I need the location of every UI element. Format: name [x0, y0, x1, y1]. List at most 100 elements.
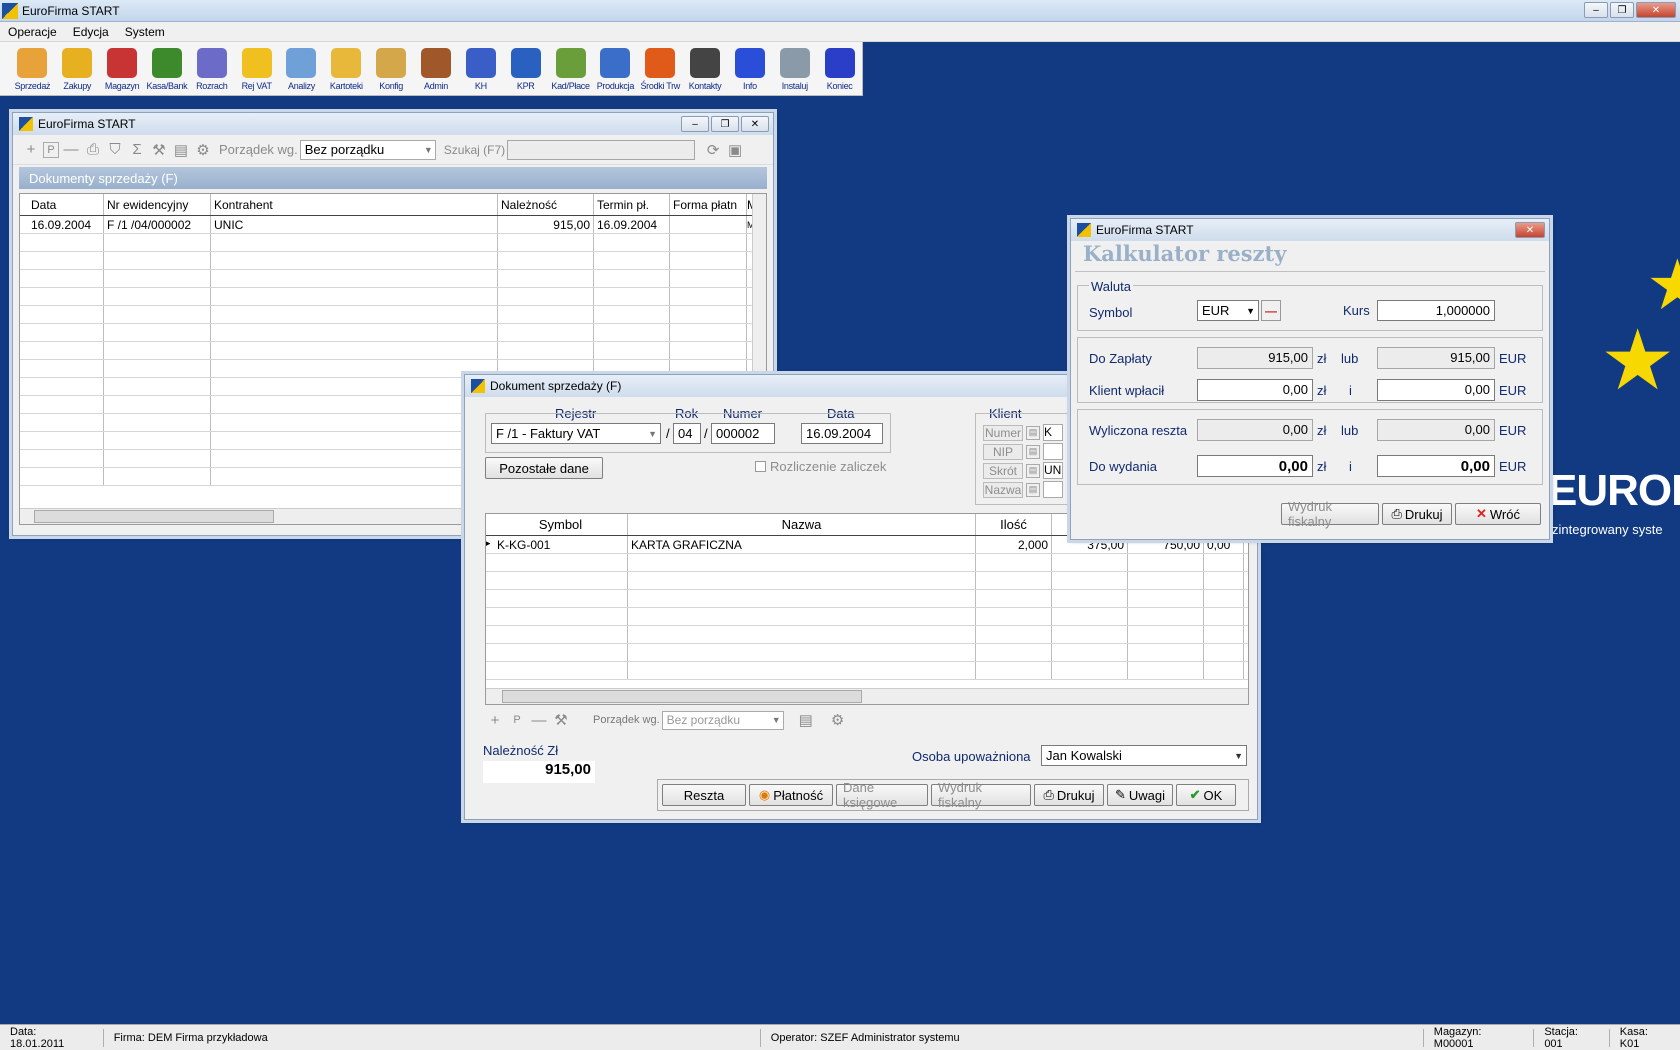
col-termin[interactable]: Termin pł.	[594, 194, 670, 215]
col-nr[interactable]: Nr ewidencyjny	[104, 194, 211, 215]
rejestr-select[interactable]: F /1 - Faktury VAT ▼	[491, 423, 661, 444]
maximize-icon[interactable]: ❐	[711, 116, 739, 132]
close-icon[interactable]: ✕	[1636, 2, 1676, 18]
col-symbol[interactable]: Symbol	[494, 514, 628, 535]
refresh-icon[interactable]: ⟳	[703, 140, 723, 160]
search-input[interactable]	[507, 139, 696, 160]
chevron-down-icon[interactable]: ▼	[424, 145, 433, 155]
date-input[interactable]: 16.09.2004	[801, 423, 883, 444]
uwagi-button[interactable]: ✎ Uwagi	[1107, 784, 1173, 806]
kurs-input[interactable]: 1,000000	[1377, 300, 1495, 321]
dane-ksiegowe-button[interactable]: Dane księgowe	[836, 780, 928, 810]
save-icon[interactable]: ▣	[725, 140, 745, 160]
toolbar-button[interactable]: Zakupy	[55, 43, 100, 95]
klient-field-value[interactable]: K	[1043, 424, 1063, 441]
menu-edycja[interactable]: Edycja	[65, 25, 117, 39]
toolbar-button[interactable]: Instaluj	[772, 43, 817, 95]
chevron-down-icon[interactable]: ▼	[772, 715, 781, 725]
toolbar-button[interactable]: Admin	[414, 43, 459, 95]
toolbar-button[interactable]: KPR	[503, 43, 548, 95]
maximize-icon[interactable]: ❐	[1610, 2, 1634, 18]
menu-system[interactable]: System	[117, 25, 173, 39]
toolbar-button[interactable]: Analizy	[279, 43, 324, 95]
col-forma[interactable]: Forma płatn	[670, 194, 747, 215]
rejestr-value: F /1 - Faktury VAT	[496, 426, 601, 441]
list-icon[interactable]: ▤	[1026, 425, 1040, 440]
eur-input[interactable]: 0,00	[1377, 379, 1495, 401]
toolbar-button[interactable]: Info	[728, 43, 773, 95]
symbol-select[interactable]: EUR ▼	[1197, 300, 1259, 321]
osoba-select[interactable]: Jan Kowalski ▼	[1041, 745, 1247, 766]
filter-icon[interactable]: ⛉	[105, 140, 125, 160]
brand-tagline: zintegrowany syste	[1552, 522, 1663, 537]
waluta-label: Waluta	[1089, 279, 1133, 294]
add-icon[interactable]: +	[485, 710, 505, 730]
list-icon[interactable]: ▤	[1026, 482, 1040, 497]
pln-input[interactable]: 0,00	[1197, 379, 1313, 401]
table-row[interactable]: 16.09.2004 F /1 /04/000002 UNIC 915,00 1…	[20, 216, 766, 234]
minimize-icon[interactable]: –	[1584, 2, 1608, 18]
col-kontrahent[interactable]: Kontrahent	[211, 194, 498, 215]
order-select[interactable]: Bez porządku ▼	[299, 139, 436, 160]
add-icon[interactable]: +	[21, 140, 41, 160]
items-grid[interactable]: Symbol Nazwa Ilość ▸ K-KG-001 KARTA GRAF…	[485, 513, 1249, 705]
reszta-button[interactable]: Reszta	[662, 784, 746, 806]
col-naleznosc[interactable]: Należność	[498, 194, 594, 215]
list-icon[interactable]: ▤	[1026, 444, 1040, 459]
chevron-down-icon[interactable]: ▼	[1234, 751, 1243, 761]
klient-field-value[interactable]	[1043, 443, 1063, 460]
rozliczenie-checkbox[interactable]: Rozliczenie zaliczek	[755, 459, 886, 474]
close-icon[interactable]: ✕	[1515, 222, 1545, 238]
properties-icon[interactable]: P	[507, 710, 527, 730]
toolbar-button[interactable]: Magazyn	[100, 43, 145, 95]
properties-icon[interactable]: P	[43, 141, 59, 158]
chevron-down-icon[interactable]: ▼	[1246, 306, 1255, 316]
ok-button[interactable]: ✔ OK	[1176, 784, 1236, 806]
toolbar-button[interactable]: Środki Trw	[638, 43, 683, 95]
toolbar-button[interactable]: Kartoteki	[324, 43, 369, 95]
klient-field-value[interactable]: UN	[1043, 462, 1063, 479]
scrollbar-horizontal[interactable]	[486, 688, 1248, 704]
print-icon[interactable]: ⎙	[83, 140, 103, 160]
col-ilosc[interactable]: Ilość	[976, 514, 1052, 535]
toolbar-button[interactable]: Rej VAT	[234, 43, 279, 95]
list-icon[interactable]: ▤	[1026, 463, 1040, 478]
toolbar-button[interactable]: Kontakty	[683, 43, 728, 95]
col-data[interactable]: Data	[28, 194, 104, 215]
drukuj-button[interactable]: ⎙ Drukuj	[1034, 784, 1104, 806]
empty-row	[486, 644, 1248, 662]
toolbar-button[interactable]: Konfig	[369, 43, 414, 95]
settings-icon[interactable]: ⚙	[193, 140, 213, 160]
toolbar-button[interactable]: Sprzedaż	[10, 43, 55, 95]
list-icon[interactable]: ▤	[171, 140, 191, 160]
delete-icon[interactable]: —	[61, 140, 81, 160]
rok-input[interactable]: 04	[673, 423, 701, 444]
toolbar-button[interactable]: Rozrach	[189, 43, 234, 95]
close-icon[interactable]: ✕	[741, 116, 769, 132]
klient-field-value[interactable]	[1043, 481, 1063, 498]
pozostale-dane-button[interactable]: Pozostałe dane	[485, 457, 603, 479]
chevron-down-icon[interactable]: ▼	[648, 429, 657, 439]
sum-icon[interactable]: Σ	[127, 140, 147, 160]
settings-icon[interactable]: ⚙	[828, 710, 848, 730]
remove-currency-button[interactable]: —	[1261, 300, 1281, 321]
toolbar-button[interactable]: Koniec	[817, 43, 862, 95]
platnosc-button[interactable]: ◉ Płatność	[749, 784, 833, 806]
numer-input[interactable]: 000002	[711, 423, 775, 444]
order-select[interactable]: Bez porządku ▼	[661, 710, 784, 730]
wroc-button[interactable]: ✕ Wróć	[1455, 503, 1541, 525]
drukuj-button[interactable]: ⎙ Drukuj	[1382, 503, 1452, 525]
toolbar-button[interactable]: Kad/Płace	[548, 43, 593, 95]
delete-icon[interactable]: —	[529, 710, 549, 730]
wydruk-fiskalny-button[interactable]: Wydruk fiskalny	[1281, 499, 1379, 529]
minimize-icon[interactable]: –	[681, 116, 709, 132]
toolbar-button[interactable]: Produkcja	[593, 43, 638, 95]
list-icon[interactable]: ▤	[796, 710, 816, 730]
wydruk-fiskalny-button[interactable]: Wydruk fiskalny	[931, 780, 1031, 810]
col-nazwa[interactable]: Nazwa	[628, 514, 976, 535]
tools-icon[interactable]: ⚒	[551, 710, 571, 730]
tools-icon[interactable]: ⚒	[149, 140, 169, 160]
menu-operacje[interactable]: Operacje	[0, 25, 65, 39]
toolbar-button[interactable]: Kasa/Bank	[145, 43, 190, 95]
toolbar-button[interactable]: KH	[458, 43, 503, 95]
